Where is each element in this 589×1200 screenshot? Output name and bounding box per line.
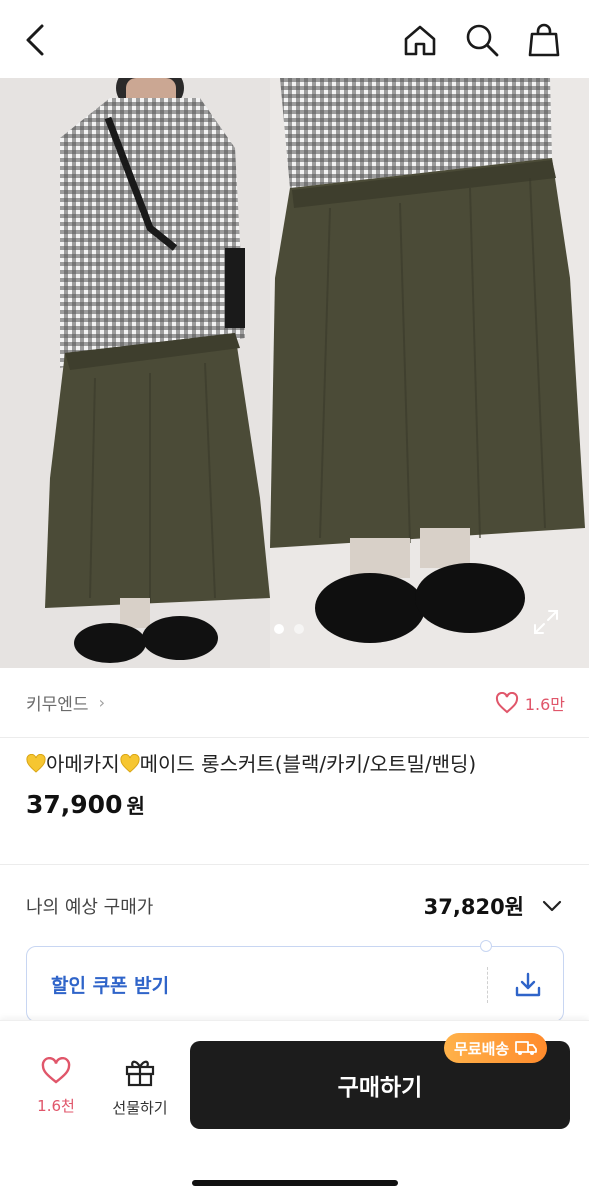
shop-like-button[interactable]: 1.6만 — [495, 691, 565, 715]
free-shipping-badge: 무료배송 — [444, 1033, 548, 1063]
back-button[interactable] — [12, 16, 60, 64]
coupon-separator — [487, 967, 488, 1003]
estimated-price-row[interactable]: 나의 예상 구매가 37,820원 — [26, 884, 562, 928]
top-navigation-bar — [0, 0, 589, 78]
estimated-price-value: 37,820원 — [423, 895, 524, 919]
product-price: 37,900 원 — [26, 790, 571, 819]
chevron-right-icon: › — [98, 693, 105, 712]
home-button[interactable] — [396, 16, 444, 64]
chevron-left-icon — [26, 24, 44, 56]
cart-button[interactable] — [520, 16, 568, 64]
buy-label: 구매하기 — [337, 1075, 423, 1101]
free-shipping-label: 무료배송 — [454, 1039, 510, 1058]
search-icon — [466, 24, 499, 57]
product-title-part2: 메이드 롱스커트(블랙/카키/오트밀/밴딩) — [139, 752, 477, 776]
product-image-gallery[interactable] — [0, 78, 589, 668]
section-divider — [0, 864, 589, 865]
yellow-heart-icon — [120, 754, 140, 773]
home-indicator — [192, 1180, 398, 1186]
product-photo — [0, 78, 589, 668]
price-value: 37,900 — [26, 790, 123, 819]
product-title-part1: 아메카지 — [46, 752, 120, 776]
download-icon — [515, 972, 541, 997]
search-button[interactable] — [458, 16, 506, 64]
home-icon — [404, 25, 436, 56]
coupon-notch-top — [480, 940, 492, 952]
wishlist-button[interactable]: 1.6천 — [26, 1056, 86, 1116]
shopping-bag-icon — [528, 23, 560, 57]
shop-link[interactable]: 키무엔드 › — [26, 690, 105, 715]
chevron-down-icon[interactable] — [542, 899, 562, 913]
gift-icon — [125, 1060, 155, 1087]
bottom-action-bar: 1.6천 선물하기 구매하기 무료배송 — [0, 1020, 589, 1200]
heart-outline-icon — [41, 1056, 71, 1084]
expand-icon — [534, 610, 558, 634]
product-title: 아메카지 메이드 롱스커트(블랙/카키/오트밀/밴딩) — [26, 748, 571, 780]
wishlist-count: 1.6천 — [37, 1097, 75, 1115]
yellow-heart-icon — [26, 754, 46, 773]
shop-like-count: 1.6만 — [524, 694, 565, 714]
truck-icon — [515, 1041, 538, 1055]
coupon-button[interactable]: 할인 쿠폰 받기 — [26, 946, 564, 1022]
gallery-pagination — [274, 624, 304, 634]
expand-image-button[interactable] — [532, 608, 560, 636]
product-info: 아메카지 메이드 롱스커트(블랙/카키/오트밀/밴딩) 37,900 원 — [26, 748, 571, 819]
shop-name: 키무엔드 — [26, 695, 89, 715]
estimated-price-label: 나의 예상 구매가 — [26, 897, 154, 918]
gift-button[interactable]: 선물하기 — [100, 1057, 180, 1118]
shop-row: 키무엔드 › 1.6만 — [0, 668, 589, 738]
coupon-label: 할인 쿠폰 받기 — [51, 974, 170, 997]
pagination-dot-active — [274, 624, 284, 634]
heart-outline-icon — [495, 691, 518, 713]
gift-label: 선물하기 — [112, 1099, 168, 1117]
pagination-dot — [294, 624, 304, 634]
price-currency: 원 — [126, 794, 145, 818]
